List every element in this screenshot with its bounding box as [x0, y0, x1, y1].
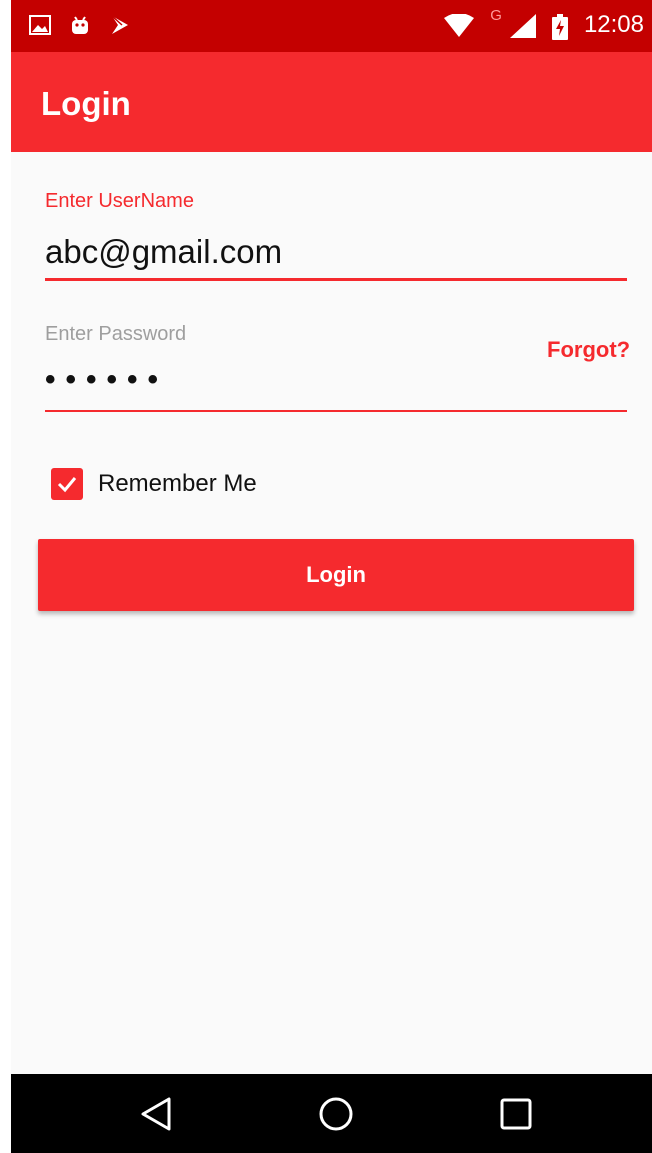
username-underline [45, 278, 627, 281]
username-label: Enter UserName [45, 190, 194, 212]
play-store-icon [109, 14, 131, 36]
status-bar: G 12:08 [11, 0, 652, 52]
signal-icon [509, 14, 536, 38]
login-button[interactable]: Login [38, 539, 634, 611]
login-screen: G 12:08 Login Enter UserName Enter Passw… [11, 0, 652, 1153]
password-input[interactable]: •••••• [45, 360, 627, 400]
back-icon[interactable] [138, 1096, 174, 1132]
gallery-icon [29, 14, 51, 36]
status-time: 12:08 [583, 11, 644, 38]
check-icon [57, 477, 77, 493]
network-type-label: G [490, 6, 502, 24]
password-label: Enter Password [45, 323, 187, 345]
page-title: Login [41, 85, 131, 122]
navigation-bar [11, 1074, 652, 1153]
battery-charging-icon [551, 14, 568, 40]
remember-me-row[interactable]: Remember Me [51, 468, 257, 500]
recents-icon[interactable] [498, 1096, 534, 1132]
remember-me-checkbox[interactable] [51, 468, 83, 500]
wifi-icon [444, 13, 475, 37]
home-icon[interactable] [318, 1096, 354, 1132]
password-underline [45, 410, 627, 412]
app-bar: Login [11, 52, 652, 152]
android-icon [69, 14, 91, 36]
username-input[interactable] [45, 230, 627, 274]
remember-me-label: Remember Me [98, 470, 257, 497]
